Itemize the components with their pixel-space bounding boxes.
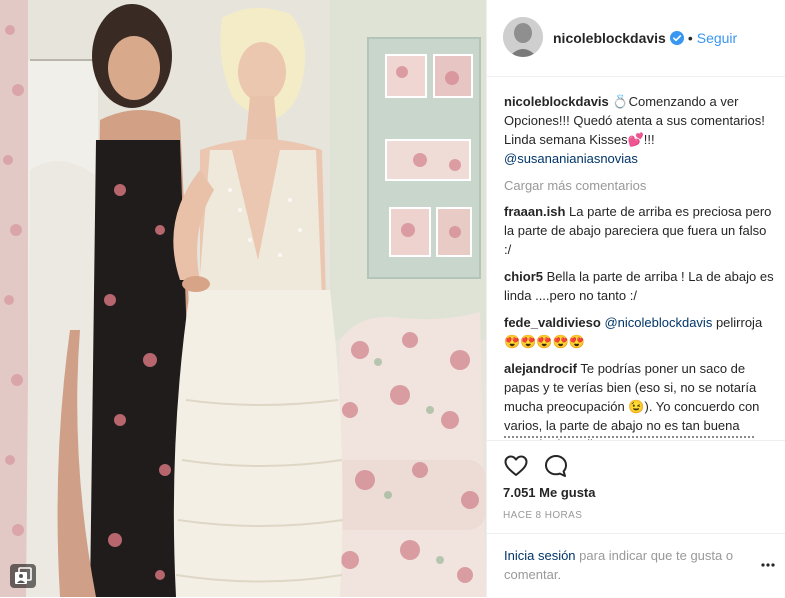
- multiple-photos-icon: [10, 564, 36, 588]
- comment-mention[interactable]: @nicoleblockdavis: [604, 315, 712, 330]
- header-separator: •: [687, 30, 693, 46]
- comments-list: nicoleblockdavis 💍Comenzando a ver Opcio…: [504, 92, 774, 440]
- comment-author[interactable]: chior5: [504, 269, 543, 284]
- post-timestamp: HACE 8 HORAS: [503, 510, 583, 521]
- verified-badge-icon: [669, 31, 684, 45]
- heart-outline-icon[interactable]: [503, 453, 529, 479]
- follow-button[interactable]: Seguir: [697, 30, 737, 46]
- header-line: nicoleblockdavis • Seguir: [553, 30, 737, 46]
- post-side-panel: nicoleblockdavis • Seguir nicoleblockdav…: [486, 0, 785, 597]
- comment-item: chior5 Bella la parte de arriba ! La de …: [504, 267, 774, 305]
- header-username[interactable]: nicoleblockdavis: [553, 30, 666, 46]
- caption-author[interactable]: nicoleblockdavis: [504, 94, 609, 109]
- action-bar: [487, 440, 785, 481]
- comment-author[interactable]: fraaan.ish: [504, 204, 565, 219]
- post-header: nicoleblockdavis • Seguir: [487, 0, 785, 77]
- comment-author[interactable]: fede_valdivieso: [504, 315, 601, 330]
- caption: nicoleblockdavis 💍Comenzando a ver Opcio…: [504, 92, 774, 168]
- comment-item: alejandrocif Te podrías poner un saco de…: [504, 359, 774, 440]
- load-more-comments-button[interactable]: Cargar más comentarios: [504, 176, 774, 195]
- comment-text: Bella la parte de arriba ! La de abajo e…: [504, 269, 774, 303]
- more-options-icon[interactable]: [761, 558, 775, 572]
- login-link[interactable]: Inicia sesión: [504, 548, 576, 563]
- avatar[interactable]: [503, 17, 543, 57]
- speech-bubble-icon[interactable]: [543, 453, 569, 479]
- caption-mention[interactable]: @susananianiasnovias: [504, 151, 638, 166]
- comment-author[interactable]: alejandrocif: [504, 361, 577, 376]
- login-footer: Inicia sesión para indicar que te gusta …: [487, 533, 785, 598]
- post-photo[interactable]: [0, 0, 486, 597]
- likes-count[interactable]: 7.051 Me gusta: [503, 485, 596, 500]
- login-prompt: Inicia sesión para indicar que te gusta …: [504, 546, 756, 584]
- comment-item: fraaan.ish La parte de arriba es precios…: [504, 202, 774, 259]
- comment-item: fede_valdivieso @nicoleblockdavis pelirr…: [504, 313, 774, 351]
- instagram-post: nicoleblockdavis • Seguir nicoleblockdav…: [0, 0, 785, 597]
